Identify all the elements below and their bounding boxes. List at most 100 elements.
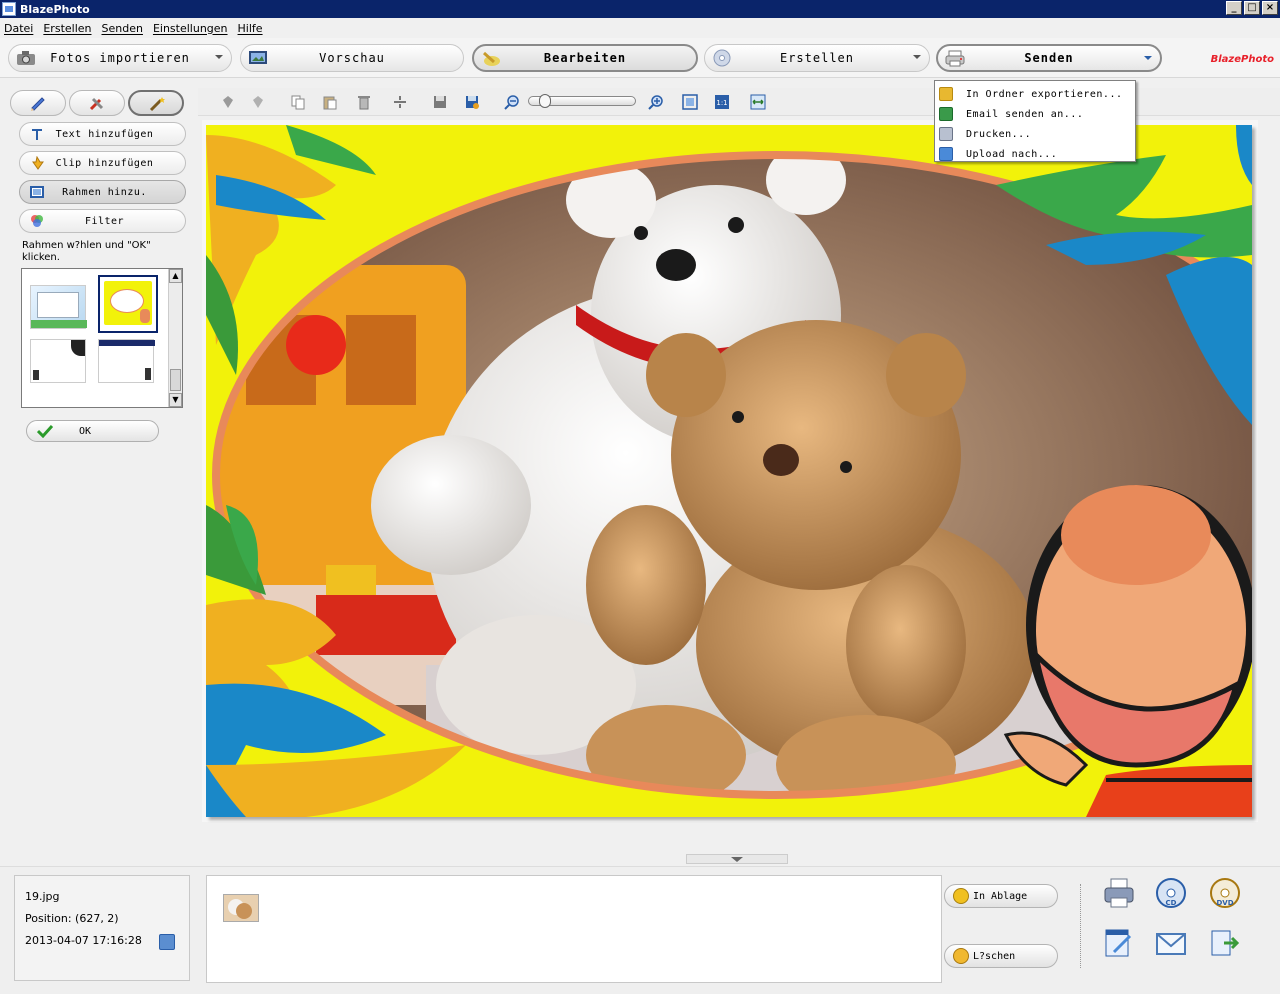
photo-canvas[interactable] (202, 120, 1258, 822)
tray-divider (1080, 884, 1081, 968)
printer-icon[interactable] (1102, 876, 1136, 910)
zoom-slider[interactable] (528, 94, 636, 108)
tab-send[interactable]: Senden (936, 44, 1162, 72)
tab-create[interactable]: Erstellen (704, 44, 930, 72)
export-icon[interactable] (1208, 926, 1242, 960)
scrollbar-thumb[interactable] (170, 369, 181, 391)
menu-datei[interactable]: Datei (4, 22, 33, 35)
left-tool-panel: Text hinzufügen Clip hinzufügen Rahmen h… (6, 84, 191, 854)
menu-erstellen[interactable]: Erstellen (43, 22, 91, 35)
save-as-icon[interactable] (464, 94, 480, 110)
menu-item-upload[interactable]: Upload nach... (935, 144, 1135, 164)
tab-preview-label: Vorschau (319, 51, 385, 65)
tools-icon (89, 97, 104, 111)
ok-label: OK (79, 425, 92, 437)
tab-create-label: Erstellen (779, 51, 855, 65)
ok-button[interactable]: OK (26, 420, 159, 442)
zoom-out-icon[interactable] (504, 94, 520, 110)
add-clip-button[interactable]: Clip hinzufügen (19, 151, 186, 175)
camera-icon (17, 51, 35, 65)
svg-text:1:1: 1:1 (716, 99, 727, 107)
burn-cd-icon[interactable]: CD (1154, 876, 1188, 910)
photo-info-box: 19.jpg Position: (627, 2) 2013-04-07 17:… (14, 875, 190, 981)
frame-thumbnail[interactable] (30, 285, 87, 329)
disc-icon (713, 49, 731, 67)
menu-hilfe[interactable]: Hilfe (238, 22, 263, 35)
tab-effects[interactable] (128, 90, 184, 116)
scroll-up-icon[interactable]: ▲ (169, 269, 182, 283)
scroll-down-icon[interactable]: ▼ (169, 393, 182, 407)
position-readout: Position: (627, 2) (25, 912, 119, 925)
svg-text:DVD: DVD (1216, 899, 1233, 907)
send-dropdown-menu: In Ordner exportieren... Email senden an… (934, 80, 1136, 162)
add-frame-button[interactable]: Rahmen hinzu. (19, 180, 186, 204)
menu-item-label: Email senden an... (966, 108, 1084, 120)
clipboard-label: In Ablage (973, 890, 1028, 902)
tab-import-label: Fotos importieren (50, 51, 190, 65)
tab-import[interactable]: Fotos importieren (8, 44, 232, 72)
tray-thumbnail[interactable] (223, 894, 259, 922)
window-controls: _ □ × (1226, 1, 1278, 15)
rotate-left-icon[interactable] (220, 94, 236, 110)
minimize-button[interactable]: _ (1226, 1, 1242, 15)
burn-dvd-icon[interactable]: DVD (1208, 876, 1242, 910)
tab-send-label: Senden (1024, 51, 1074, 65)
chevron-down-icon (913, 55, 921, 59)
rotate-right-icon[interactable] (250, 94, 266, 110)
window-title: BlazePhoto (20, 2, 90, 16)
menu-bar: Datei Erstellen Senden Einstellungen Hil… (0, 18, 1280, 38)
email-icon (939, 107, 953, 121)
add-frame-label: Rahmen hinzu. (62, 186, 147, 198)
properties-icon[interactable] (159, 934, 175, 950)
close-button[interactable]: × (1262, 1, 1278, 15)
frame-thumbnail-selected[interactable] (98, 275, 158, 333)
fit-to-window-icon[interactable] (682, 94, 698, 110)
save-icon[interactable] (432, 94, 448, 110)
fit-width-icon[interactable] (750, 94, 766, 110)
email-icon[interactable] (1154, 926, 1188, 960)
thumbnail-scrollbar[interactable]: ▲ ▼ (168, 269, 182, 407)
web-page-icon[interactable] (1102, 926, 1136, 960)
add-text-button[interactable]: Text hinzufügen (19, 122, 186, 146)
align-icon[interactable] (392, 94, 408, 110)
delete-icon[interactable] (356, 94, 372, 110)
printer-icon (945, 50, 965, 67)
bottom-panel: 19.jpg Position: (627, 2) 2013-04-07 17:… (0, 866, 1280, 994)
menu-item-export-folder[interactable]: In Ordner exportieren... (935, 84, 1135, 104)
clip-icon (32, 156, 44, 170)
delete-photo-button[interactable]: L?schen (944, 944, 1058, 968)
file-datetime: 2013-04-07 17:16:28 (25, 934, 142, 947)
tab-preview[interactable]: Vorschau (240, 44, 464, 72)
filter-button[interactable]: Filter (19, 209, 186, 233)
copy-icon[interactable] (290, 94, 306, 110)
menu-item-print[interactable]: Drucken... (935, 124, 1135, 144)
paste-icon[interactable] (322, 94, 338, 110)
panel-expander[interactable] (686, 854, 788, 864)
monitor-icon (249, 51, 267, 64)
tab-edit[interactable]: Bearbeiten (472, 44, 698, 72)
tab-draw[interactable] (10, 90, 66, 116)
text-icon (32, 129, 42, 140)
main-toolbar: Fotos importieren Vorschau Bearbeiten Er… (0, 38, 1280, 78)
frame-thumbnail[interactable] (98, 339, 155, 383)
add-text-label: Text hinzufügen (55, 128, 154, 140)
filter-label: Filter (84, 215, 125, 227)
actual-size-icon[interactable]: 1:1 (714, 94, 730, 110)
zoom-slider-knob[interactable] (539, 94, 551, 108)
clipboard-button[interactable]: In Ablage (944, 884, 1058, 908)
zoom-in-icon[interactable] (648, 94, 664, 110)
delete-photo-label: L?schen (973, 950, 1016, 962)
frame-icon (30, 186, 44, 198)
title-bar: BlazePhoto _ □ × (0, 0, 1280, 18)
pencil-icon (31, 97, 45, 111)
maximize-button[interactable]: □ (1244, 1, 1260, 15)
frame-thumbnail[interactable] (30, 339, 86, 383)
brush-icon (482, 51, 500, 66)
filter-icon (31, 215, 43, 227)
menu-item-email[interactable]: Email senden an... (935, 104, 1135, 124)
add-clip-label: Clip hinzufügen (55, 157, 154, 169)
menu-einstellungen[interactable]: Einstellungen (153, 22, 228, 35)
tab-tools[interactable] (69, 90, 125, 116)
framed-photo (206, 125, 1252, 817)
menu-senden[interactable]: Senden (102, 22, 143, 35)
